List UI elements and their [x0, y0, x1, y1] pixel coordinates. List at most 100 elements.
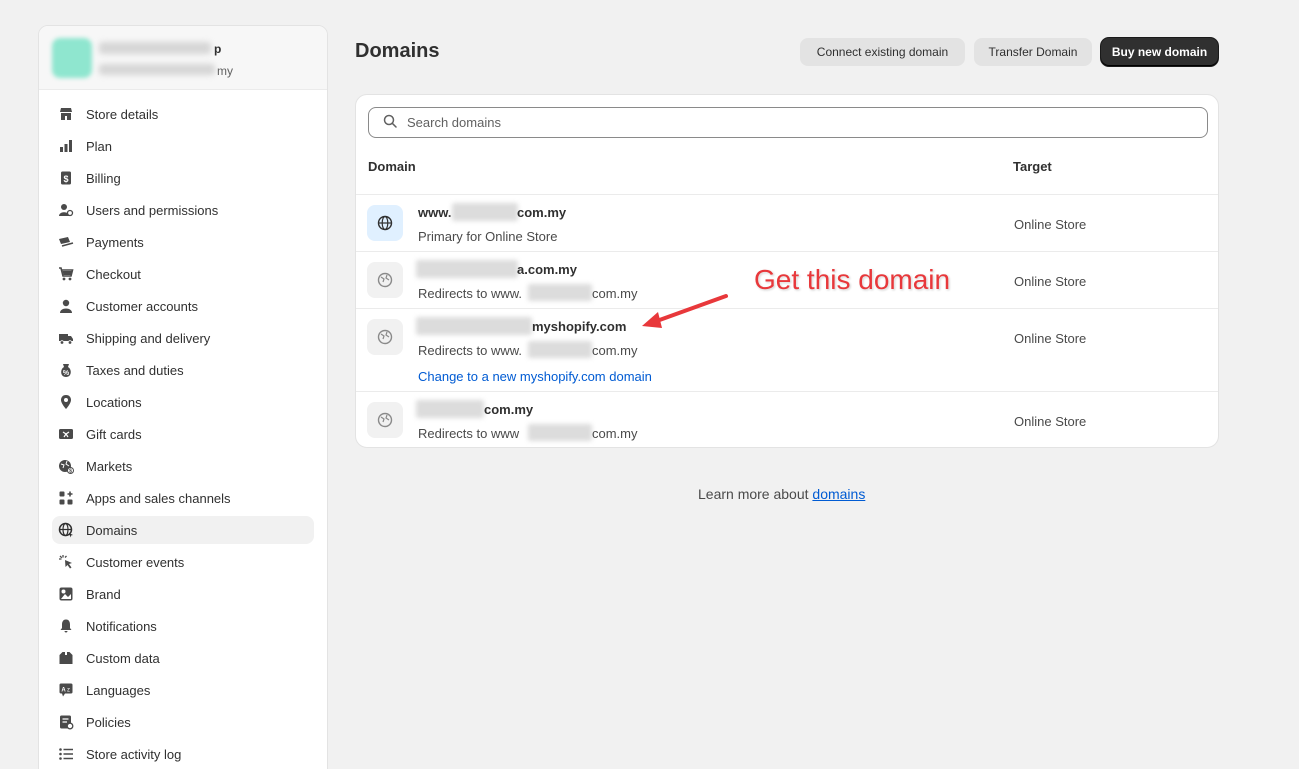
sidebar-item-label: Languages	[86, 682, 151, 698]
change-myshopify-domain-link[interactable]: Change to a new myshopify.com domain	[418, 369, 652, 384]
sidebar-item-label: Store details	[86, 106, 159, 122]
sidebar-item-payments[interactable]: Payments	[52, 228, 314, 256]
learn-more-prefix: Learn more about	[698, 486, 813, 502]
column-header-domain: Domain	[368, 159, 416, 174]
domain-name-suffix[interactable]: myshopify.com	[532, 319, 626, 334]
apps-icon	[58, 490, 74, 506]
redacted-text	[452, 203, 518, 221]
redacted-text	[416, 260, 518, 278]
language-icon: Az	[58, 682, 74, 698]
sidebar-item-billing[interactable]: $ Billing	[52, 164, 314, 192]
svg-text:$: $	[63, 174, 68, 184]
sidebar-item-customer-events[interactable]: Customer events	[52, 548, 314, 576]
globe-link-icon	[367, 319, 403, 355]
domain-target: Online Store	[1014, 331, 1087, 346]
billing-icon: $	[58, 170, 74, 186]
sidebar-item-label: Plan	[86, 138, 113, 154]
redirect-suffix: com.my	[592, 426, 638, 441]
cart-icon	[58, 266, 74, 282]
settings-sidebar: p my Store details Plan $ Billing Users and …	[38, 25, 328, 769]
redirect-suffix: com.my	[592, 286, 638, 301]
sidebar-item-label: Apps and sales channels	[86, 490, 231, 506]
sidebar-item-brand[interactable]: Brand	[52, 580, 314, 608]
redirect-prefix: Redirects to www	[418, 426, 520, 441]
list-icon	[58, 746, 74, 762]
sidebar-item-label: Billing	[86, 170, 121, 186]
table-row[interactable]: myshopify.com Redirects to www. com.my C…	[356, 308, 1218, 391]
redirect-prefix: Redirects to www.	[418, 286, 523, 301]
domain-name-prefix[interactable]: www.	[418, 205, 451, 220]
custom-data-icon	[58, 650, 74, 666]
sidebar-item-label: Policies	[86, 714, 131, 730]
sidebar-item-custom-data[interactable]: Custom data	[52, 644, 314, 672]
sidebar-item-checkout[interactable]: Checkout	[52, 260, 314, 288]
sidebar-item-store-details[interactable]: Store details	[52, 100, 314, 128]
domain-name-suffix[interactable]: com.my	[517, 205, 566, 220]
sidebar-item-policies[interactable]: Policies	[52, 708, 314, 736]
sidebar-item-gift-cards[interactable]: Gift cards	[52, 420, 314, 448]
column-header-target: Target	[1013, 159, 1052, 174]
brand-icon	[58, 586, 74, 602]
truck-icon	[58, 330, 74, 346]
redacted-text	[528, 284, 592, 301]
transfer-domain-button[interactable]: Transfer Domain	[974, 38, 1092, 66]
sidebar-item-notifications[interactable]: Notifications	[52, 612, 314, 640]
users-icon	[58, 202, 74, 218]
redacted-store-name	[99, 42, 211, 54]
sidebar-item-label: Shipping and delivery	[86, 330, 211, 346]
sidebar-item-label: Locations	[86, 394, 142, 410]
redacted-text	[416, 400, 484, 418]
plan-icon	[58, 138, 74, 154]
sidebar-item-languages[interactable]: Az Languages	[52, 676, 314, 704]
cursor-click-icon	[58, 554, 74, 570]
sidebar-item-label: Store activity log	[86, 746, 182, 762]
page-title: Domains	[355, 40, 440, 62]
store-url-suffix: my	[217, 64, 233, 78]
policies-icon	[58, 714, 74, 730]
annotation-arrow-icon	[642, 294, 728, 328]
sidebar-item-label: Notifications	[86, 618, 157, 634]
sidebar-item-markets[interactable]: $ Markets	[52, 452, 314, 480]
payments-icon	[58, 234, 74, 250]
svg-text:z: z	[67, 688, 70, 694]
connect-existing-domain-button[interactable]: Connect existing domain	[800, 38, 965, 66]
domain-status: Primary for Online Store	[418, 229, 558, 244]
domains-help-link[interactable]: domains	[812, 486, 865, 502]
sidebar-item-apps-and-sales-channels[interactable]: Apps and sales channels	[52, 484, 314, 512]
sidebar-item-customer-accounts[interactable]: Customer accounts	[52, 292, 314, 320]
sidebar-item-store-activity-log[interactable]: Store activity log	[52, 740, 314, 768]
sidebar-item-users-and-permissions[interactable]: Users and permissions	[52, 196, 314, 224]
learn-more-text: Learn more about domains	[698, 486, 865, 502]
svg-text:%: %	[63, 370, 70, 377]
redacted-text	[528, 341, 592, 358]
sidebar-item-label: Custom data	[86, 650, 160, 666]
domain-target: Online Store	[1014, 274, 1087, 289]
store-icon	[58, 106, 74, 122]
sidebar-item-taxes-and-duties[interactable]: % Taxes and duties	[52, 356, 314, 384]
sidebar-item-label: Checkout	[86, 266, 141, 282]
table-row[interactable]: com.my Redirects to www com.my Online St…	[356, 391, 1218, 447]
redirect-prefix: Redirects to www.	[418, 343, 523, 358]
settings-nav: Store details Plan $ Billing Users and permi…	[39, 90, 327, 768]
location-pin-icon	[58, 394, 74, 410]
sidebar-item-label: Domains	[86, 522, 138, 538]
domain-target: Online Store	[1014, 217, 1087, 232]
table-row[interactable]: www. com.my Primary for Online Store Onl…	[356, 194, 1218, 251]
sidebar-item-shipping-and-delivery[interactable]: Shipping and delivery	[52, 324, 314, 352]
domain-name-suffix[interactable]: com.my	[484, 402, 533, 417]
store-header[interactable]: p my	[39, 26, 327, 90]
search-box[interactable]	[368, 107, 1208, 138]
svg-text:$: $	[69, 469, 72, 475]
person-icon	[58, 298, 74, 314]
sidebar-item-locations[interactable]: Locations	[52, 388, 314, 416]
domain-name-suffix[interactable]: a.com.my	[517, 262, 577, 277]
redirect-suffix: com.my	[592, 343, 638, 358]
buy-new-domain-button[interactable]: Buy new domain	[1101, 38, 1218, 66]
search-input[interactable]	[407, 115, 1187, 130]
sidebar-item-label: Brand	[86, 586, 121, 602]
sidebar-item-domains[interactable]: Domains	[52, 516, 314, 544]
annotation-text: Get this domain	[754, 264, 951, 295]
sidebar-item-label: Customer events	[86, 554, 185, 570]
globe-icon	[367, 205, 403, 241]
sidebar-item-plan[interactable]: Plan	[52, 132, 314, 160]
